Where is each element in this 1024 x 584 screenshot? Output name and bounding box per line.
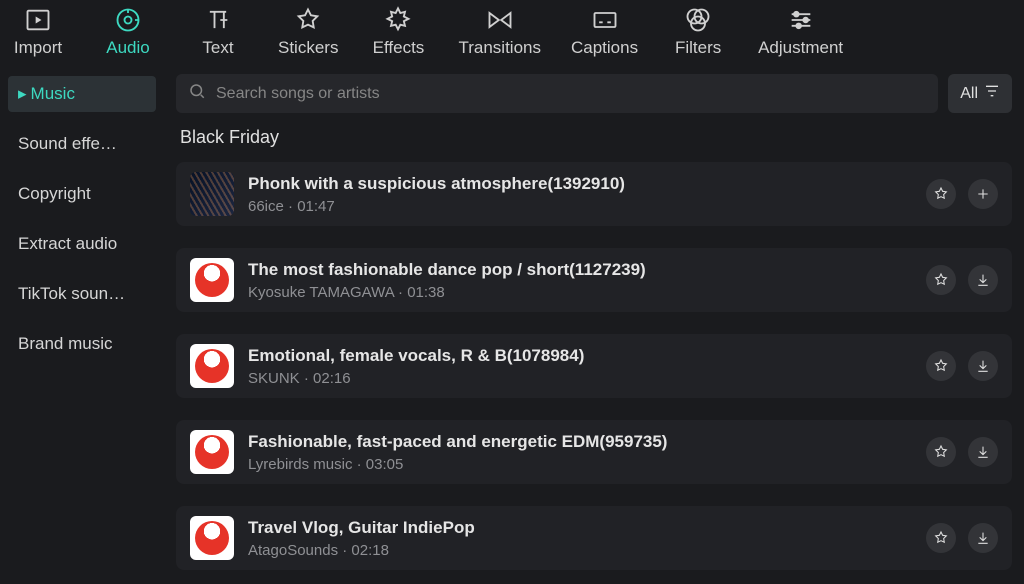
text-icon (204, 6, 232, 34)
track-actions (926, 523, 998, 553)
transitions-icon (486, 6, 514, 34)
track-art (190, 344, 234, 388)
star-button[interactable] (926, 179, 956, 209)
track-actions (926, 351, 998, 381)
track-art (190, 516, 234, 560)
track-meta: 66ice · 01:47 (248, 198, 912, 215)
download-button[interactable] (968, 265, 998, 295)
track-info: Fashionable, fast-paced and energetic ED… (248, 432, 912, 473)
section-title: Black Friday (176, 127, 1012, 148)
filter-icon (984, 83, 1000, 104)
nav-label: Import (14, 38, 62, 58)
search-input[interactable] (216, 85, 926, 103)
nav-transitions[interactable]: Transitions (458, 6, 541, 58)
sidebar-item-sound-effects[interactable]: Sound effe… (8, 126, 156, 162)
track-row[interactable]: The most fashionable dance pop / short(1… (176, 248, 1012, 312)
track-title: The most fashionable dance pop / short(1… (248, 260, 912, 280)
nav-label: Captions (571, 38, 638, 58)
track-actions (926, 265, 998, 295)
star-button[interactable] (926, 351, 956, 381)
nav-label: Adjustment (758, 38, 843, 58)
filter-all-label: All (960, 85, 978, 103)
track-info: The most fashionable dance pop / short(1… (248, 260, 912, 301)
star-button[interactable] (926, 265, 956, 295)
top-nav: Import Audio Text Stickers Effects Trans… (0, 0, 1024, 64)
nav-label: Effects (373, 38, 425, 58)
sidebar-item-copyright[interactable]: Copyright (8, 176, 156, 212)
track-meta: Lyrebirds music · 03:05 (248, 456, 912, 473)
sidebar-item-tiktok-sound[interactable]: TikTok soun… (8, 276, 156, 312)
nav-label: Stickers (278, 38, 338, 58)
adjustment-icon (787, 6, 815, 34)
track-title: Fashionable, fast-paced and energetic ED… (248, 432, 912, 452)
track-meta: AtagoSounds · 02:18 (248, 542, 912, 559)
nav-audio[interactable]: Audio (98, 6, 158, 58)
track-list: Phonk with a suspicious atmosphere(13929… (176, 162, 1012, 570)
nav-text[interactable]: Text (188, 6, 248, 58)
audio-icon (114, 6, 142, 34)
nav-adjustment[interactable]: Adjustment (758, 6, 843, 58)
sidebar-item-music[interactable]: Music (8, 76, 156, 112)
stickers-icon (294, 6, 322, 34)
nav-label: Text (202, 38, 233, 58)
track-actions (926, 179, 998, 209)
track-title: Travel Vlog, Guitar IndiePop (248, 518, 912, 538)
track-art (190, 258, 234, 302)
download-button[interactable] (968, 351, 998, 381)
track-row[interactable]: Fashionable, fast-paced and energetic ED… (176, 420, 1012, 484)
download-button[interactable] (968, 437, 998, 467)
filters-icon (684, 6, 712, 34)
track-info: Phonk with a suspicious atmosphere(13929… (248, 174, 912, 215)
search-icon (188, 82, 206, 105)
nav-label: Filters (675, 38, 721, 58)
nav-effects[interactable]: Effects (368, 6, 428, 58)
track-info: Emotional, female vocals, R & B(1078984)… (248, 346, 912, 387)
track-art (190, 172, 234, 216)
sidebar-item-brand-music[interactable]: Brand music (8, 326, 156, 362)
track-row[interactable]: Emotional, female vocals, R & B(1078984)… (176, 334, 1012, 398)
track-meta: Kyosuke TAMAGAWA · 01:38 (248, 284, 912, 301)
track-row[interactable]: Phonk with a suspicious atmosphere(13929… (176, 162, 1012, 226)
track-art (190, 430, 234, 474)
import-icon (24, 6, 52, 34)
track-title: Phonk with a suspicious atmosphere(13929… (248, 174, 912, 194)
nav-label: Audio (106, 38, 149, 58)
main-panel: All Black Friday Phonk with a suspicious… (164, 64, 1024, 584)
sidebar: Music Sound effe… Copyright Extract audi… (0, 64, 164, 584)
filter-all-button[interactable]: All (948, 74, 1012, 113)
star-button[interactable] (926, 437, 956, 467)
effects-icon (384, 6, 412, 34)
sidebar-item-extract-audio[interactable]: Extract audio (8, 226, 156, 262)
track-meta: SKUNK · 02:16 (248, 370, 912, 387)
track-actions (926, 437, 998, 467)
star-button[interactable] (926, 523, 956, 553)
nav-import[interactable]: Import (8, 6, 68, 58)
add-button[interactable] (968, 179, 998, 209)
track-row[interactable]: Travel Vlog, Guitar IndiePop AtagoSounds … (176, 506, 1012, 570)
track-title: Emotional, female vocals, R & B(1078984) (248, 346, 912, 366)
nav-stickers[interactable]: Stickers (278, 6, 338, 58)
nav-captions[interactable]: Captions (571, 6, 638, 58)
download-button[interactable] (968, 523, 998, 553)
search-box[interactable] (176, 74, 938, 113)
captions-icon (591, 6, 619, 34)
nav-filters[interactable]: Filters (668, 6, 728, 58)
nav-label: Transitions (458, 38, 541, 58)
track-info: Travel Vlog, Guitar IndiePop AtagoSounds … (248, 518, 912, 559)
